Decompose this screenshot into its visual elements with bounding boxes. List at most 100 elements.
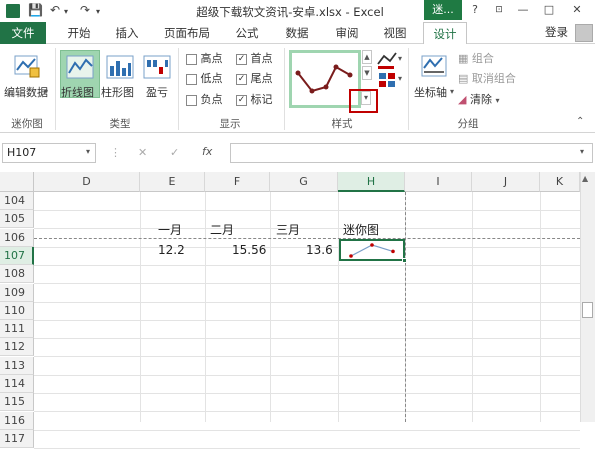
minimize-button[interactable]: — — [512, 2, 534, 18]
row-header-111[interactable]: 111 — [0, 320, 34, 339]
enter-icon[interactable]: ✓ — [170, 146, 179, 159]
first-point-checkbox[interactable]: ✓ 首点 — [236, 51, 273, 67]
column-header-f[interactable]: F — [205, 172, 270, 192]
clear-dropdown-icon[interactable]: ▾ — [495, 96, 499, 105]
row-header-117[interactable]: 117 — [0, 429, 34, 448]
checkbox-box[interactable] — [186, 53, 197, 65]
tab-view[interactable]: 视图 — [378, 22, 412, 44]
tab-page-layout[interactable]: 页面布局 — [158, 22, 216, 44]
row-header-114[interactable]: 114 — [0, 375, 34, 393]
collapse-ribbon-icon[interactable]: ⌃ — [576, 116, 584, 127]
cell-F106[interactable]: 二月 — [210, 221, 234, 239]
high-point-checkbox[interactable]: 高点 — [186, 51, 223, 67]
negative-point-checkbox[interactable]: 负点 — [186, 92, 223, 108]
cell-H106[interactable]: 迷你图 — [343, 221, 379, 239]
expand-formula-bar-icon[interactable]: ▾ — [580, 147, 584, 156]
marker-color-dropdown-icon[interactable]: ▾ — [398, 74, 402, 83]
marker-color-icon[interactable] — [378, 72, 398, 88]
close-button[interactable]: ✕ — [566, 2, 588, 18]
column-chart-icon[interactable] — [106, 54, 134, 80]
row-header-106[interactable]: 106 — [0, 228, 34, 247]
redo-icon[interactable]: ↷ — [80, 3, 90, 17]
row-header-110[interactable]: 110 — [0, 301, 34, 320]
undo-icon[interactable]: ↶ — [50, 3, 60, 17]
gallery-more-icon[interactable]: ▾ — [361, 91, 371, 105]
cell-E107[interactable]: 12.2 — [158, 241, 185, 259]
name-box-dropdown-icon[interactable]: ▾ — [86, 147, 90, 156]
gallery-scroll-down-icon[interactable]: ▼ — [362, 66, 372, 80]
restore-button[interactable]: □ — [538, 2, 560, 18]
win-loss-icon[interactable] — [143, 54, 171, 80]
customize-quick-access-icon[interactable]: ▾ — [96, 7, 100, 16]
undo-dropdown-icon[interactable]: ▾ — [64, 7, 68, 16]
column-header-k[interactable]: K — [540, 172, 580, 192]
edit-data-dropdown-icon[interactable]: ▾ — [44, 87, 48, 96]
row-header-109[interactable]: 109 — [0, 283, 34, 302]
tab-file[interactable]: 文件 — [0, 22, 46, 44]
column-header-d[interactable]: D — [34, 172, 140, 192]
axis-button[interactable]: 坐标轴 — [414, 84, 447, 100]
row-header-116[interactable]: 116 — [0, 411, 34, 430]
cell-F107[interactable]: 15.56 — [232, 241, 266, 259]
insert-function-icon[interactable]: fx — [202, 145, 212, 158]
selected-cell-H107[interactable] — [339, 239, 405, 261]
cell-E106[interactable]: 一月 — [158, 221, 182, 239]
edit-data-button[interactable]: 编辑数据 — [4, 84, 48, 100]
sparkline-color-icon[interactable] — [376, 50, 400, 70]
row-header-108[interactable]: 108 — [0, 265, 34, 284]
group-separator — [408, 48, 409, 130]
win-loss-type-button[interactable]: 盈亏 — [146, 84, 168, 100]
column-type-button[interactable]: 柱形图 — [101, 84, 134, 100]
axis-icon[interactable] — [420, 52, 448, 80]
column-header-g[interactable]: G — [270, 172, 338, 192]
column-header-e[interactable]: E — [140, 172, 205, 192]
cancel-icon[interactable]: ✕ — [138, 146, 147, 159]
vertical-scrollbar[interactable] — [580, 172, 595, 422]
checkbox-box[interactable]: ✓ — [236, 53, 247, 65]
login-link[interactable]: 登录 — [545, 24, 568, 40]
tab-review[interactable]: 审阅 — [330, 22, 364, 44]
row-header-107[interactable]: 107 — [0, 246, 34, 265]
checkbox-box[interactable]: ✓ — [236, 73, 247, 85]
edit-data-icon[interactable] — [12, 50, 42, 80]
row-header-112[interactable]: 112 — [0, 338, 34, 357]
row-header-105[interactable]: 105 — [0, 210, 34, 229]
group-button[interactable]: ▦ 组合 — [458, 51, 494, 67]
column-header-i[interactable]: I — [405, 172, 472, 192]
avatar[interactable] — [575, 24, 593, 42]
axis-dropdown-icon[interactable]: ▾ — [450, 87, 454, 96]
tab-design[interactable]: 设计 — [423, 22, 467, 45]
ribbon-display-icon[interactable]: ⊡ — [488, 2, 510, 18]
column-header-h[interactable]: H — [338, 172, 405, 192]
last-point-checkbox[interactable]: ✓ 尾点 — [236, 71, 273, 87]
fill-handle[interactable] — [402, 258, 407, 263]
clear-button[interactable]: ◢ 清除 ▾ — [458, 92, 499, 108]
select-all-corner[interactable] — [0, 172, 34, 192]
markers-checkbox[interactable]: ✓ 标记 — [236, 92, 273, 108]
cell-G106[interactable]: 三月 — [276, 221, 300, 239]
scroll-thumb[interactable] — [582, 302, 593, 318]
tab-home[interactable]: 开始 — [62, 22, 96, 44]
checkbox-box[interactable] — [186, 73, 197, 85]
gallery-scroll-up-icon[interactable]: ▲ — [362, 50, 372, 64]
checkbox-box[interactable] — [186, 94, 197, 106]
grid-row-line — [34, 283, 580, 285]
low-point-checkbox[interactable]: 低点 — [186, 71, 223, 87]
formula-input[interactable] — [230, 143, 593, 163]
tab-insert[interactable]: 插入 — [110, 22, 144, 44]
ungroup-button[interactable]: ▤ 取消组合 — [458, 71, 516, 87]
cell-G107[interactable]: 13.6 — [306, 241, 333, 259]
tab-formulas[interactable]: 公式 — [230, 22, 264, 44]
checkbox-box[interactable]: ✓ — [236, 94, 247, 106]
help-button[interactable]: ? — [464, 2, 486, 18]
scroll-up-icon[interactable]: ▲ — [582, 174, 588, 183]
tab-data[interactable]: 数据 — [280, 22, 314, 44]
row-header-115[interactable]: 115 — [0, 393, 34, 412]
save-icon[interactable]: 💾 — [28, 3, 43, 17]
row-header-113[interactable]: 113 — [0, 356, 34, 375]
grid-column-line — [205, 192, 206, 422]
sparkline-color-dropdown-icon[interactable]: ▾ — [398, 54, 402, 63]
name-box[interactable]: H107 — [2, 143, 96, 163]
column-header-j[interactable]: J — [472, 172, 540, 192]
row-header-104[interactable]: 104 — [0, 192, 34, 210]
